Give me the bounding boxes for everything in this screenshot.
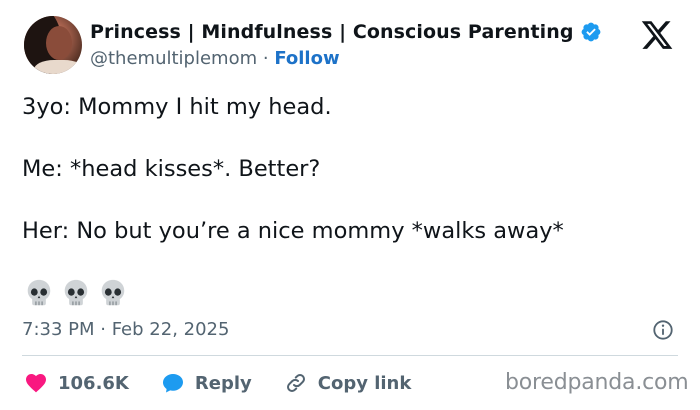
handle-separator: ·	[262, 48, 269, 69]
divider	[22, 355, 678, 356]
copy-link-label: Copy link	[317, 372, 412, 394]
reply-button[interactable]: Reply	[161, 371, 252, 395]
like-button[interactable]: 106.6K	[24, 371, 129, 395]
copy-link-button[interactable]: Copy link	[284, 371, 412, 395]
like-count: 106.6K	[58, 372, 129, 394]
handle[interactable]: @themultiplemom	[90, 48, 257, 69]
reply-icon	[162, 374, 183, 393]
x-logo-icon[interactable]	[638, 18, 676, 52]
avatar[interactable]	[24, 16, 82, 74]
watermark: boredpanda.com	[505, 370, 689, 395]
heart-icon	[26, 374, 46, 393]
tweet-text: 3yo: Mommy I hit my head. Me: *head kiss…	[22, 92, 682, 278]
skull-emoji-icon	[27, 279, 51, 306]
avatar-shirt	[34, 60, 82, 74]
reply-label: Reply	[194, 372, 252, 394]
tweet-line: 3yo: Mommy I hit my head.	[22, 94, 332, 120]
skull-emoji-icon	[64, 279, 88, 306]
timestamp[interactable]: 7:33 PM · Feb 22, 2025	[22, 319, 229, 340]
verified-badge-icon	[581, 22, 600, 42]
action-bar: 106.6K Reply Copy link	[24, 370, 443, 396]
emoji-row	[24, 278, 128, 308]
avatar-face	[46, 26, 72, 60]
author-name-row: Princess | Mindfulness | Conscious Paren…	[90, 21, 602, 43]
skull-emoji-icon	[101, 279, 125, 306]
info-icon[interactable]	[652, 319, 674, 341]
tweet-line: Me: *head kisses*. Better?	[22, 156, 321, 182]
follow-button[interactable]: Follow	[274, 48, 339, 69]
display-name[interactable]: Princess | Mindfulness | Conscious Paren…	[90, 21, 574, 43]
link-icon	[286, 374, 305, 392]
tweet-line: Her: No but you’re a nice mommy *walks a…	[22, 218, 564, 244]
handle-row: @themultiplemom · Follow	[90, 48, 340, 69]
